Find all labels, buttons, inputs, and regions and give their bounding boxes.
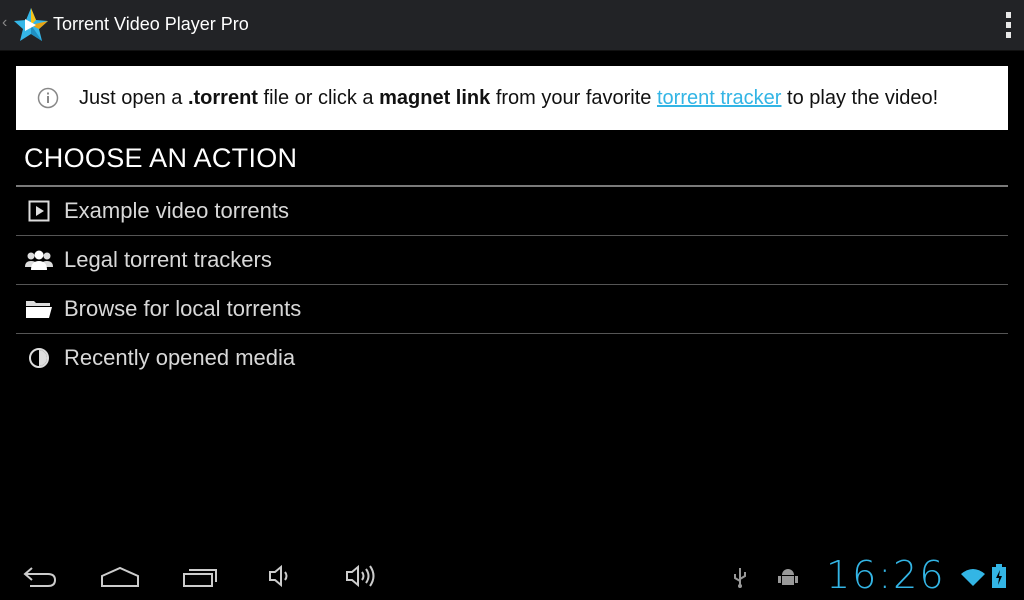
info-text: Just open a .torrent file or click a mag…	[79, 87, 938, 110]
play-icon	[24, 198, 54, 224]
status-clock: 16:26	[826, 553, 946, 597]
volume-down-icon[interactable]	[266, 562, 294, 590]
info-text-part: from your favorite	[490, 86, 657, 109]
action-legal-torrent-trackers[interactable]: Legal torrent trackers	[16, 236, 1008, 285]
action-recently-opened-media[interactable]: Recently opened media	[16, 334, 1008, 382]
action-list: Example video torrents Legal torrent tra…	[16, 187, 1008, 382]
back-icon[interactable]	[22, 562, 58, 590]
info-text-part: file or click a	[257, 86, 380, 109]
info-text-part: Just open a	[79, 86, 188, 109]
wifi-icon	[961, 569, 985, 586]
action-label: Legal torrent trackers	[64, 247, 272, 272]
battery-charging-icon	[992, 564, 1006, 588]
folder-icon	[24, 296, 54, 322]
overflow-menu-icon[interactable]	[1000, 12, 1016, 38]
android-debug-icon	[778, 569, 798, 585]
recent-apps-icon[interactable]	[182, 562, 220, 590]
up-caret-icon[interactable]: ‹	[2, 14, 7, 32]
people-icon	[24, 247, 54, 273]
info-text-torrent: .torrent	[187, 86, 258, 109]
action-example-video-torrents[interactable]: Example video torrents	[16, 187, 1008, 236]
usb-icon	[734, 568, 746, 588]
info-text-part: to play the video!	[781, 86, 939, 109]
action-label: Recently opened media	[64, 345, 296, 370]
app-title: Torrent Video Player Pro	[53, 14, 249, 34]
action-label: Example video torrents	[64, 198, 289, 223]
home-icon[interactable]	[100, 562, 140, 590]
section-header: CHOOSE AN ACTION	[24, 143, 298, 173]
info-banner: Just open a .torrent file or click a mag…	[16, 66, 1008, 130]
info-icon	[37, 87, 59, 109]
action-bar: ‹ Torrent Video Player Pro	[0, 0, 1024, 51]
volume-up-icon[interactable]	[343, 562, 377, 590]
action-browse-local-torrents[interactable]: Browse for local torrents	[16, 285, 1008, 334]
info-text-magnet: magnet link	[379, 86, 491, 109]
star-app-icon[interactable]	[12, 6, 50, 44]
history-icon	[24, 345, 54, 371]
action-label: Browse for local torrents	[64, 296, 302, 321]
torrent-tracker-link[interactable]: torrent tracker	[657, 87, 781, 109]
